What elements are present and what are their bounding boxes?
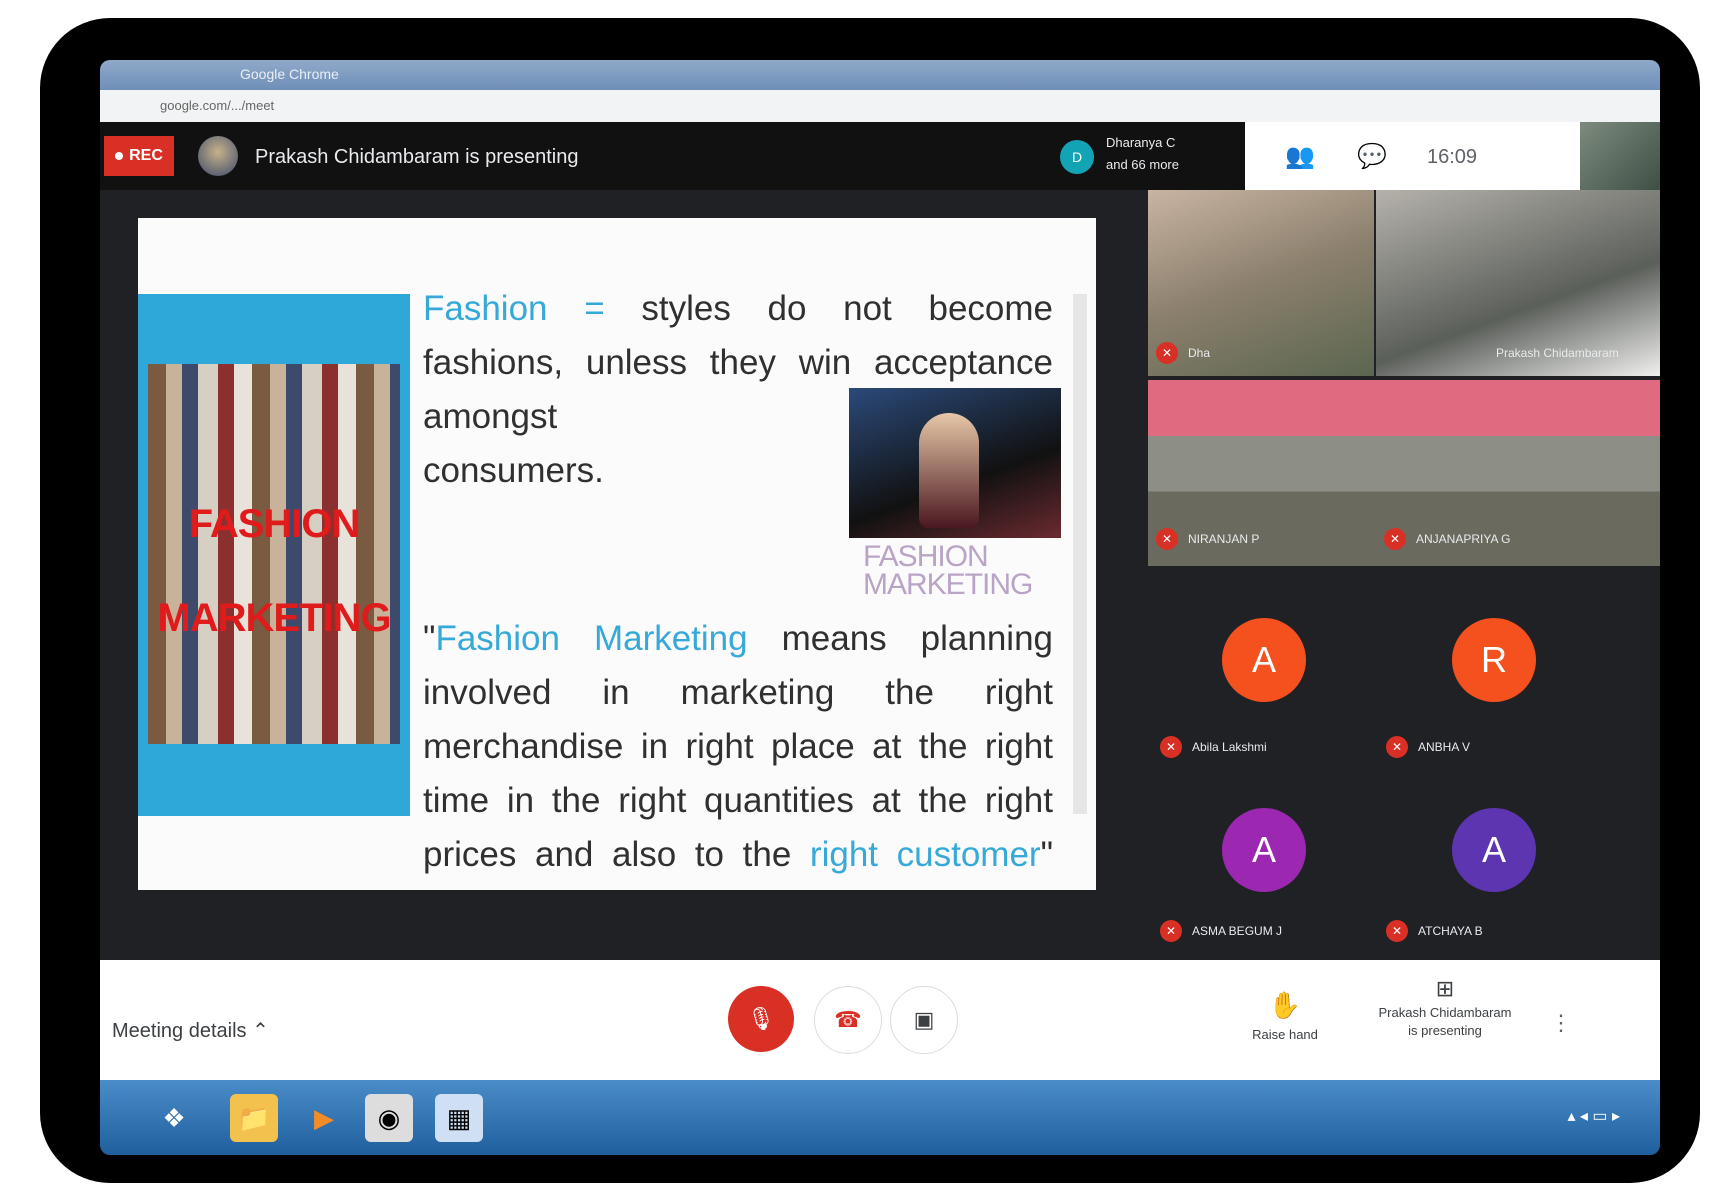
people-icon[interactable]: 👥 [1285,142,1315,171]
shared-slide: FASHION MARKETING Fashion = styles do no… [138,218,1096,890]
participant-tile[interactable]: ✕ NIRANJAN P ✕ ANJANAPRIYA G [1148,380,1660,566]
participant-name: ANJANAPRIYA G [1416,532,1511,546]
participant-name: Prakash Chidambaram [1496,346,1619,360]
monitor-screen: Google Chrome google.com/.../meet REC Pr… [100,60,1660,1155]
windows-logo-icon: ❖ [162,1102,186,1133]
presenting-banner: Prakash Chidambaram is presenting [255,146,579,168]
photo-frame: Google Chrome google.com/.../meet REC Pr… [40,18,1700,1183]
folder-icon: 📁 [237,1102,271,1133]
model-figure [919,413,979,528]
photo-caption-line-1: FASHION [863,540,989,573]
participant-avatar: A [1452,808,1536,892]
browser-titlebar: Google Chrome [100,60,1660,90]
meeting-details-label: Meeting details [112,1020,247,1042]
participant-avatar: A [1222,808,1306,892]
joined-more: and 66 more [1106,157,1179,172]
hangup-icon: ☎ [834,1007,862,1032]
photo-caption-line-2: MARKETING [863,568,1033,601]
clock: 16:09 [1427,146,1478,168]
participant-avatar: R [1452,618,1536,702]
participant-name: ANBHA V [1418,740,1471,754]
play-icon: ▶ [314,1102,334,1133]
def2-term: Fashion Marketing [435,619,748,658]
mic-muted-icon: ✕ [1156,528,1178,550]
presenting-button[interactable]: ⊞ Prakash Chidambaram is presenting [1355,976,1535,1040]
presenting-line-1: Prakash Chidambaram [1378,1005,1512,1020]
mic-muted-icon: ✕ [1160,920,1182,942]
meet-controls-bar: Meeting details ⌃ 🎙 ☎ ▣ ✋ Raise hand ⊞ Pra… [100,960,1660,1080]
mic-muted-icon: ✕ [1384,528,1406,550]
presenting-line-2: is presenting [1408,1023,1482,1038]
taskbar-chrome[interactable]: ◉ [365,1094,413,1142]
participant-tile[interactable]: Prakash Chidambaram [1376,190,1660,376]
participant-name: Dha [1188,346,1211,360]
fashion-collage-image: FASHION MARKETING [148,364,400,744]
record-dot-icon [115,152,124,160]
chevron-up-icon: ⌃ [252,1020,269,1042]
mic-muted-icon: ✕ [1160,736,1182,758]
windows-taskbar: ❖ 📁 ▶ ◉ ▦ ▴ ◂ ▭ ▸ [100,1080,1660,1155]
joined-name: Dharanya C [1106,135,1176,150]
participant-name: ATCHAYA B [1418,924,1483,938]
start-button[interactable]: ❖ [150,1094,198,1142]
joined-indicator[interactable]: D Dharanya C and 66 more [1060,128,1240,184]
taskbar-explorer[interactable]: 📁 [230,1094,278,1142]
def2-open-quote: " [423,619,436,658]
def2-close-quote: " [1040,835,1053,874]
raise-hand-label: Raise hand [1252,1027,1318,1042]
chrome-icon: ◉ [377,1102,401,1133]
more-icon: ⋮ [1550,1010,1572,1035]
collage-word-1: FASHION [188,502,361,546]
recording-label: REC [129,147,163,164]
joined-avatar: D [1060,140,1094,174]
address-bar[interactable]: google.com/.../meet [100,90,1660,122]
more-options-button[interactable]: ⋮ [1550,1010,1572,1036]
present-icon: ⊞ [1435,976,1455,1001]
top-right-panel: 👥 💬 16:09 [1245,122,1660,190]
window-title: Google Chrome [240,66,339,82]
collage-word-2: MARKETING [157,596,391,640]
taskbar-media-player[interactable]: ▶ [300,1094,348,1142]
presentation-stage: FASHION MARKETING Fashion = styles do no… [100,190,1155,938]
raise-hand-button[interactable]: ✋ Raise hand [1240,990,1330,1042]
tray-icons: ▴ ◂ ▭ ▸ [1567,1108,1620,1125]
mic-off-icon: 🎙 [747,1006,775,1031]
camera-toggle-button[interactable]: ▣ [890,986,958,1054]
slide-left-panel: FASHION MARKETING [138,294,410,816]
chat-icon[interactable]: 💬 [1357,142,1387,171]
camera-icon: ▣ [913,1007,935,1032]
presenter-avatar [198,136,238,176]
def1-term: Fashion = [423,289,605,328]
fashion-marketing-definition: "Fashion Marketing means planning involv… [423,612,1053,882]
system-tray[interactable]: ▴ ◂ ▭ ▸ [1567,1106,1620,1126]
photo-caption: FASHION MARKETING [863,540,1033,601]
meet-topbar: REC Prakash Chidambaram is presenting D … [100,122,1660,190]
url-text[interactable]: google.com/.../meet [160,98,274,113]
participant-tile[interactable]: ✕ Dha [1148,190,1374,376]
app-window-icon: ▦ [446,1102,472,1133]
raise-hand-icon: ✋ [1268,990,1302,1020]
leave-call-button[interactable]: ☎ [814,986,882,1054]
mic-muted-icon: ✕ [1156,342,1178,364]
mic-toggle-button[interactable]: 🎙 [728,986,794,1052]
taskbar-app[interactable]: ▦ [435,1094,483,1142]
self-view-thumbnail[interactable] [1580,122,1660,190]
participant-avatar: A [1222,618,1306,702]
participant-grid: ✕ Dha Prakash Chidambaram ✕ NIRANJAN P ✕… [1148,190,1660,960]
mic-muted-icon: ✕ [1386,736,1408,758]
joined-text: Dharanya C and 66 more [1106,132,1179,176]
mic-muted-icon: ✕ [1386,920,1408,942]
recording-badge: REC [104,136,174,176]
participant-name: NIRANJAN P [1188,532,1260,546]
meeting-details-button[interactable]: Meeting details ⌃ [112,1018,269,1043]
participant-name: Abila Lakshmi [1192,740,1267,754]
fashion-photo [849,388,1061,538]
def2-end: right customer [809,835,1041,874]
slide-scrollbar[interactable] [1073,294,1087,814]
participant-name: ASMA BEGUM J [1192,924,1283,938]
